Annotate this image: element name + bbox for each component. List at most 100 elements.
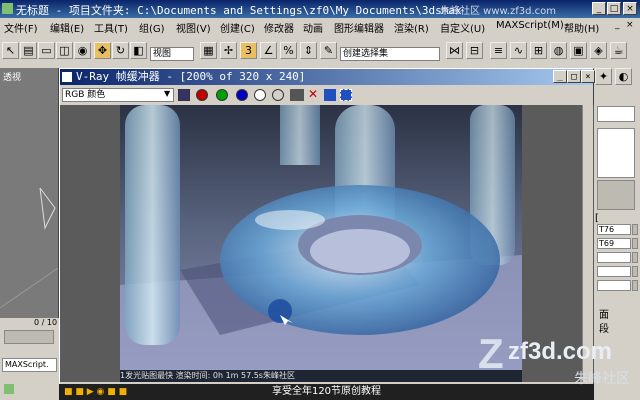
menu-customize[interactable]: 自定义(U) <box>440 20 485 35</box>
vray-maximize-button[interactable]: □ <box>567 70 581 83</box>
viewport-scene-icon <box>0 187 58 309</box>
menu-modifiers[interactable]: 修改器 <box>264 20 294 35</box>
rotate-icon[interactable]: ↻ <box>112 42 129 59</box>
menu-group[interactable]: 组(G) <box>139 20 165 35</box>
status-icon <box>4 384 14 394</box>
render-setup-icon[interactable]: ▣ <box>570 42 587 59</box>
timeline-panel: 0 / 10 MAXScript. <box>0 318 60 400</box>
red-channel-icon[interactable] <box>196 89 208 101</box>
window-crossing-icon[interactable]: ◫ <box>56 42 73 59</box>
menu-create[interactable]: 创建(C) <box>220 20 255 35</box>
schematic-view-icon[interactable]: ⊞ <box>530 42 547 59</box>
track-mouse-icon[interactable] <box>324 89 336 101</box>
perspective-viewport[interactable]: 透视 <box>0 68 59 318</box>
app-title-bar: 无标题 - 项目文件夹: C:\Documents and Settings\z… <box>0 0 640 18</box>
maximize-button[interactable]: □ <box>607 2 621 15</box>
menu-maxscript[interactable]: MAXScript(M) <box>496 20 564 31</box>
param-field-2[interactable]: T69 <box>597 238 631 249</box>
watermark-logo-text: zf3d.com <box>508 338 613 365</box>
save-image-icon[interactable] <box>290 89 304 101</box>
snap-toggle-icon[interactable]: 3 <box>240 42 257 59</box>
menu-bar: 文件(F) 编辑(E) 工具(T) 组(G) 视图(V) 创建(C) 修改器 动… <box>0 18 640 35</box>
object-name-field[interactable] <box>597 106 635 122</box>
menu-file[interactable]: 文件(F) <box>4 20 38 35</box>
menu-help[interactable]: 帮助(H) <box>564 20 599 35</box>
select-object-icon[interactable]: ◉ <box>74 42 91 59</box>
time-slider[interactable] <box>4 330 54 344</box>
menu-close-icon[interactable]: × <box>626 20 634 30</box>
vray-title: V-Ray 帧缓冲器 - [200% of 320 x 240] <box>76 70 306 83</box>
spinner-snap-icon[interactable]: ⇕ <box>300 42 317 59</box>
param-spinner-1[interactable] <box>632 224 638 235</box>
title-watermark: 朱峰社区 www.zf3d.com <box>440 6 556 17</box>
app-icon <box>2 3 13 14</box>
edit-named-selection-icon[interactable]: ✎ <box>320 42 337 59</box>
pivot-icon[interactable]: ▦ <box>200 42 217 59</box>
param-spinner-3[interactable] <box>632 252 638 263</box>
watermark-z-logo: Z <box>478 330 504 377</box>
modifier-stack-list[interactable] <box>597 128 635 178</box>
render-scene <box>120 105 522 382</box>
timeline-counter: 0 / 10 <box>34 318 58 327</box>
menu-views[interactable]: 视图(V) <box>176 20 211 35</box>
modify-tab-icon[interactable]: ◐ <box>615 68 632 85</box>
param-field-1[interactable]: T76 <box>597 224 631 235</box>
curve-editor-icon[interactable]: ∿ <box>510 42 527 59</box>
region-render-icon[interactable] <box>340 89 352 101</box>
param-field-3[interactable] <box>597 252 631 263</box>
param-field-4[interactable] <box>597 266 631 277</box>
select-manipulate-icon[interactable]: ✢ <box>220 42 237 59</box>
param-spinner-2[interactable] <box>632 238 638 249</box>
menu-animation[interactable]: 动画 <box>303 20 323 35</box>
rendered-image[interactable] <box>120 105 522 382</box>
alpha-channel-icon[interactable] <box>254 89 266 101</box>
param-field-5[interactable] <box>597 280 631 291</box>
vray-minimize-button[interactable]: _ <box>553 70 567 83</box>
blue-channel-icon[interactable] <box>236 89 248 101</box>
maxscript-listener[interactable]: MAXScript. <box>2 358 57 372</box>
param-spinner-4[interactable] <box>632 266 638 277</box>
align-icon[interactable]: ⊟ <box>466 42 483 59</box>
quick-render-icon[interactable]: ☕ <box>610 42 627 59</box>
green-channel-icon[interactable] <box>216 89 228 101</box>
mirror-icon[interactable]: ⋈ <box>446 42 463 59</box>
vray-close-button[interactable]: × <box>581 70 595 83</box>
menu-tools[interactable]: 工具(T) <box>94 20 128 35</box>
vray-toolbar: RGB 颜色 ▼ ✕ <box>60 86 593 104</box>
vray-window-icon <box>62 72 72 82</box>
param-spinner-5[interactable] <box>632 280 638 291</box>
clear-image-icon[interactable]: ✕ <box>308 87 318 101</box>
minimize-button[interactable]: _ <box>592 2 606 15</box>
menu-rendering[interactable]: 渲染(R) <box>394 20 429 35</box>
layer-manager-icon[interactable]: ≡ <box>490 42 507 59</box>
named-selection-set-select[interactable]: 创建选择集 <box>340 47 440 61</box>
panel-label-face: 面 <box>599 310 609 321</box>
app-title: 无标题 - 项目文件夹: C:\Documents and Settings\z… <box>16 4 462 17</box>
panel-label-bracket: [ <box>595 213 599 224</box>
stack-toolbar[interactable] <box>597 180 635 210</box>
vray-title-bar: V-Ray 帧缓冲器 - [200% of 320 x 240] _ □ × <box>60 69 595 85</box>
site-watermark: Z zf3d.com 朱峰社区 <box>478 330 638 396</box>
monochrome-icon[interactable] <box>272 89 284 101</box>
frame-background-left <box>60 105 120 382</box>
material-editor-icon[interactable]: ◍ <box>550 42 567 59</box>
scale-icon[interactable]: ◧ <box>130 42 147 59</box>
angle-snap-icon[interactable]: ∠ <box>260 42 277 59</box>
region-select-icon[interactable]: ▭ <box>38 42 55 59</box>
reference-coord-select[interactable]: 视图 <box>150 47 194 61</box>
render-frame-icon[interactable]: ◈ <box>590 42 607 59</box>
channel-select[interactable]: RGB 颜色 <box>62 88 174 102</box>
main-toolbar: ↖ ▤ ▭ ◫ ◉ ✥ ↻ ◧ 视图 ▦ ✢ 3 ∠ % ⇕ ✎ 创建选择集 ⋈… <box>0 34 640 69</box>
select-arrow-icon[interactable]: ↖ <box>2 42 19 59</box>
menu-edit[interactable]: 编辑(E) <box>50 20 84 35</box>
menu-minimize-icon[interactable]: _ <box>615 20 620 30</box>
select-by-name-icon[interactable]: ▤ <box>20 42 37 59</box>
close-button[interactable]: × <box>623 2 637 15</box>
caption-icon-strip: ■ ■ ▶ ◉ ■ ■ <box>64 386 144 398</box>
channel-dropdown-icon[interactable]: ▼ <box>164 89 170 98</box>
menu-graph-editors[interactable]: 图形编辑器 <box>334 20 384 35</box>
move-icon[interactable]: ✥ <box>94 42 111 59</box>
create-tab-icon[interactable]: ✦ <box>595 68 612 85</box>
save-channel-icon[interactable] <box>178 89 190 101</box>
percent-snap-icon[interactable]: % <box>280 42 297 59</box>
